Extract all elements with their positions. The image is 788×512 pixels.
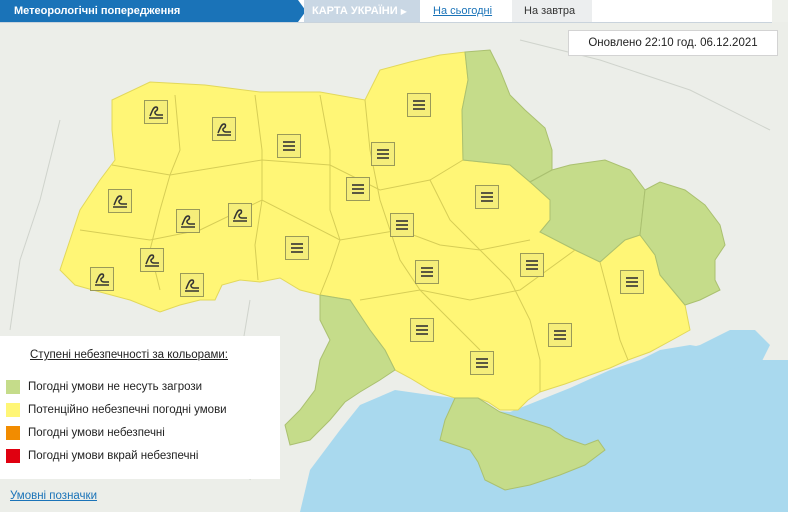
fog-icon[interactable] bbox=[410, 318, 434, 342]
fog-icon[interactable] bbox=[548, 323, 572, 347]
tab-tomorrow[interactable]: На завтра bbox=[512, 0, 592, 22]
legend-label: Погодні умови небезпечні bbox=[28, 427, 165, 439]
legend-swatch-orange bbox=[6, 426, 20, 440]
top-bar: Метеорологічні попередження КАРТА УКРАЇН… bbox=[0, 0, 772, 23]
tab-today[interactable]: На сьогодні bbox=[424, 0, 510, 22]
wind-icon[interactable] bbox=[228, 203, 252, 227]
updated-timestamp: Оновлено 22:10 год. 06.12.2021 bbox=[568, 30, 778, 56]
top-bar-spacer bbox=[592, 0, 772, 22]
wind-icon[interactable] bbox=[176, 209, 200, 233]
fog-icon[interactable] bbox=[277, 134, 301, 158]
fog-icon[interactable] bbox=[520, 253, 544, 277]
wind-icon[interactable] bbox=[144, 100, 168, 124]
fog-icon[interactable] bbox=[371, 142, 395, 166]
legend-swatch-red bbox=[6, 449, 20, 463]
fog-icon[interactable] bbox=[285, 236, 309, 260]
fog-icon[interactable] bbox=[475, 185, 499, 209]
wind-icon[interactable] bbox=[90, 267, 114, 291]
legend-swatch-yellow bbox=[6, 403, 20, 417]
tab-map-label: КАРТА УКРАЇНИ bbox=[312, 5, 398, 17]
page-title: Метеорологічні попередження bbox=[0, 0, 306, 22]
fog-icon[interactable] bbox=[346, 177, 370, 201]
fog-icon[interactable] bbox=[415, 260, 439, 284]
wind-icon[interactable] bbox=[108, 189, 132, 213]
legend-label: Потенційно небезпечні погодні умови bbox=[28, 404, 227, 416]
legend-swatch-green bbox=[6, 380, 20, 394]
fog-icon[interactable] bbox=[407, 93, 431, 117]
legend-title: Ступені небезпечності за кольорами: bbox=[30, 349, 228, 361]
wind-icon[interactable] bbox=[140, 248, 164, 272]
symbols-legend-link[interactable]: Умовні позначки bbox=[10, 490, 97, 502]
wind-icon[interactable] bbox=[180, 273, 204, 297]
legend-panel: Ступені небезпечності за кольорами: Пого… bbox=[0, 336, 280, 479]
fog-icon[interactable] bbox=[390, 213, 414, 237]
wind-icon[interactable] bbox=[212, 117, 236, 141]
legend-label: Погодні умови вкрай небезпечні bbox=[28, 450, 199, 462]
fog-icon[interactable] bbox=[470, 351, 494, 375]
arrow-right-icon: ▶ bbox=[400, 7, 407, 16]
tab-map[interactable]: КАРТА УКРАЇНИ ▶ bbox=[304, 0, 420, 22]
fog-icon[interactable] bbox=[620, 270, 644, 294]
legend-label: Погодні умови не несуть загрози bbox=[28, 381, 203, 393]
